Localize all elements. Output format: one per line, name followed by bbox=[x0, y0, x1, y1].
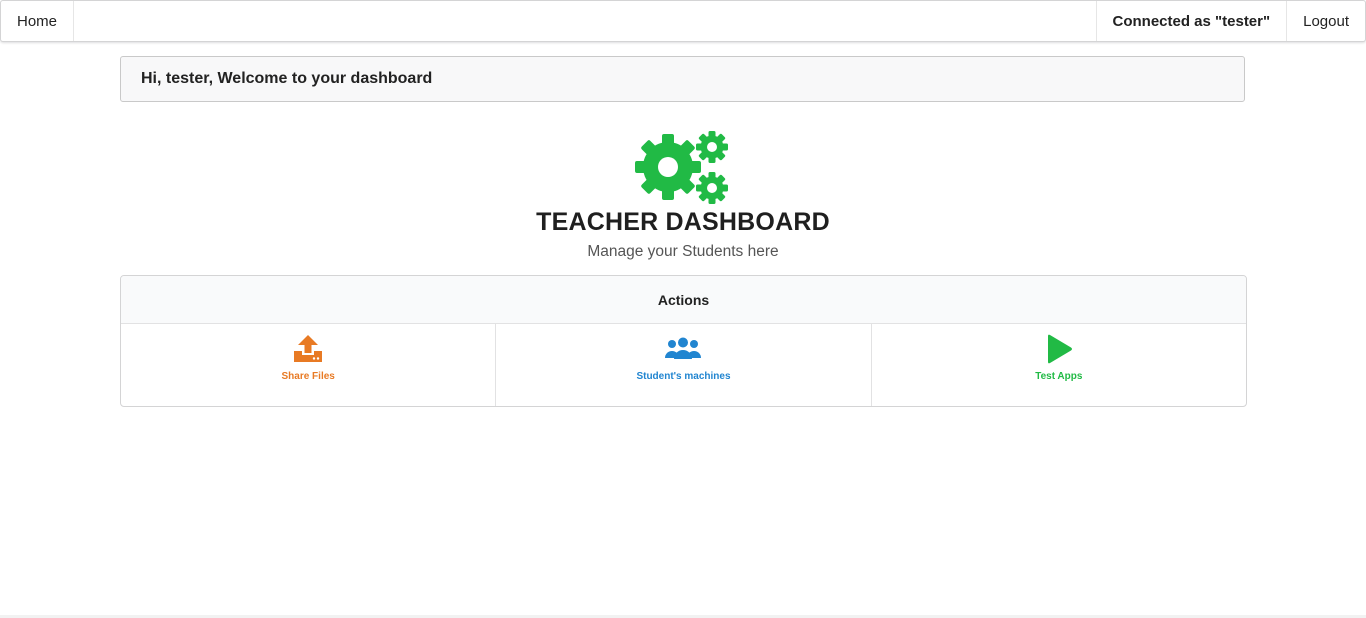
upload-icon bbox=[288, 334, 328, 364]
actions-row: Share Files Student's machines Test Apps bbox=[121, 324, 1246, 406]
page-title: TEACHER DASHBOARD bbox=[536, 208, 830, 236]
page-subtitle: Manage your Students here bbox=[587, 243, 779, 260]
welcome-text: Hi, tester, Welcome to your dashboard bbox=[141, 70, 433, 87]
test-apps-label: Test Apps bbox=[1035, 371, 1083, 382]
welcome-message: Hi, tester, Welcome to your dashboard bbox=[120, 56, 1245, 102]
actions-header: Actions bbox=[121, 276, 1246, 324]
gears-icon bbox=[634, 128, 732, 204]
navbar-spacer bbox=[74, 1, 1095, 41]
top-navbar: Home Connected as "tester" Logout bbox=[0, 0, 1366, 42]
home-link[interactable]: Home bbox=[1, 1, 75, 41]
test-apps-button[interactable]: Test Apps bbox=[870, 324, 1246, 406]
share-files-label: Share Files bbox=[281, 371, 335, 382]
users-icon bbox=[663, 334, 703, 364]
students-machines-button[interactable]: Student's machines bbox=[495, 324, 870, 406]
connected-user-label: Connected as "tester" bbox=[1095, 1, 1287, 41]
logout-link[interactable]: Logout bbox=[1286, 1, 1365, 41]
actions-panel: Actions Share Files Student's machines T… bbox=[120, 275, 1247, 407]
students-machines-label: Student's machines bbox=[636, 371, 731, 382]
play-icon bbox=[1039, 334, 1079, 364]
share-files-button[interactable]: Share Files bbox=[121, 324, 495, 406]
